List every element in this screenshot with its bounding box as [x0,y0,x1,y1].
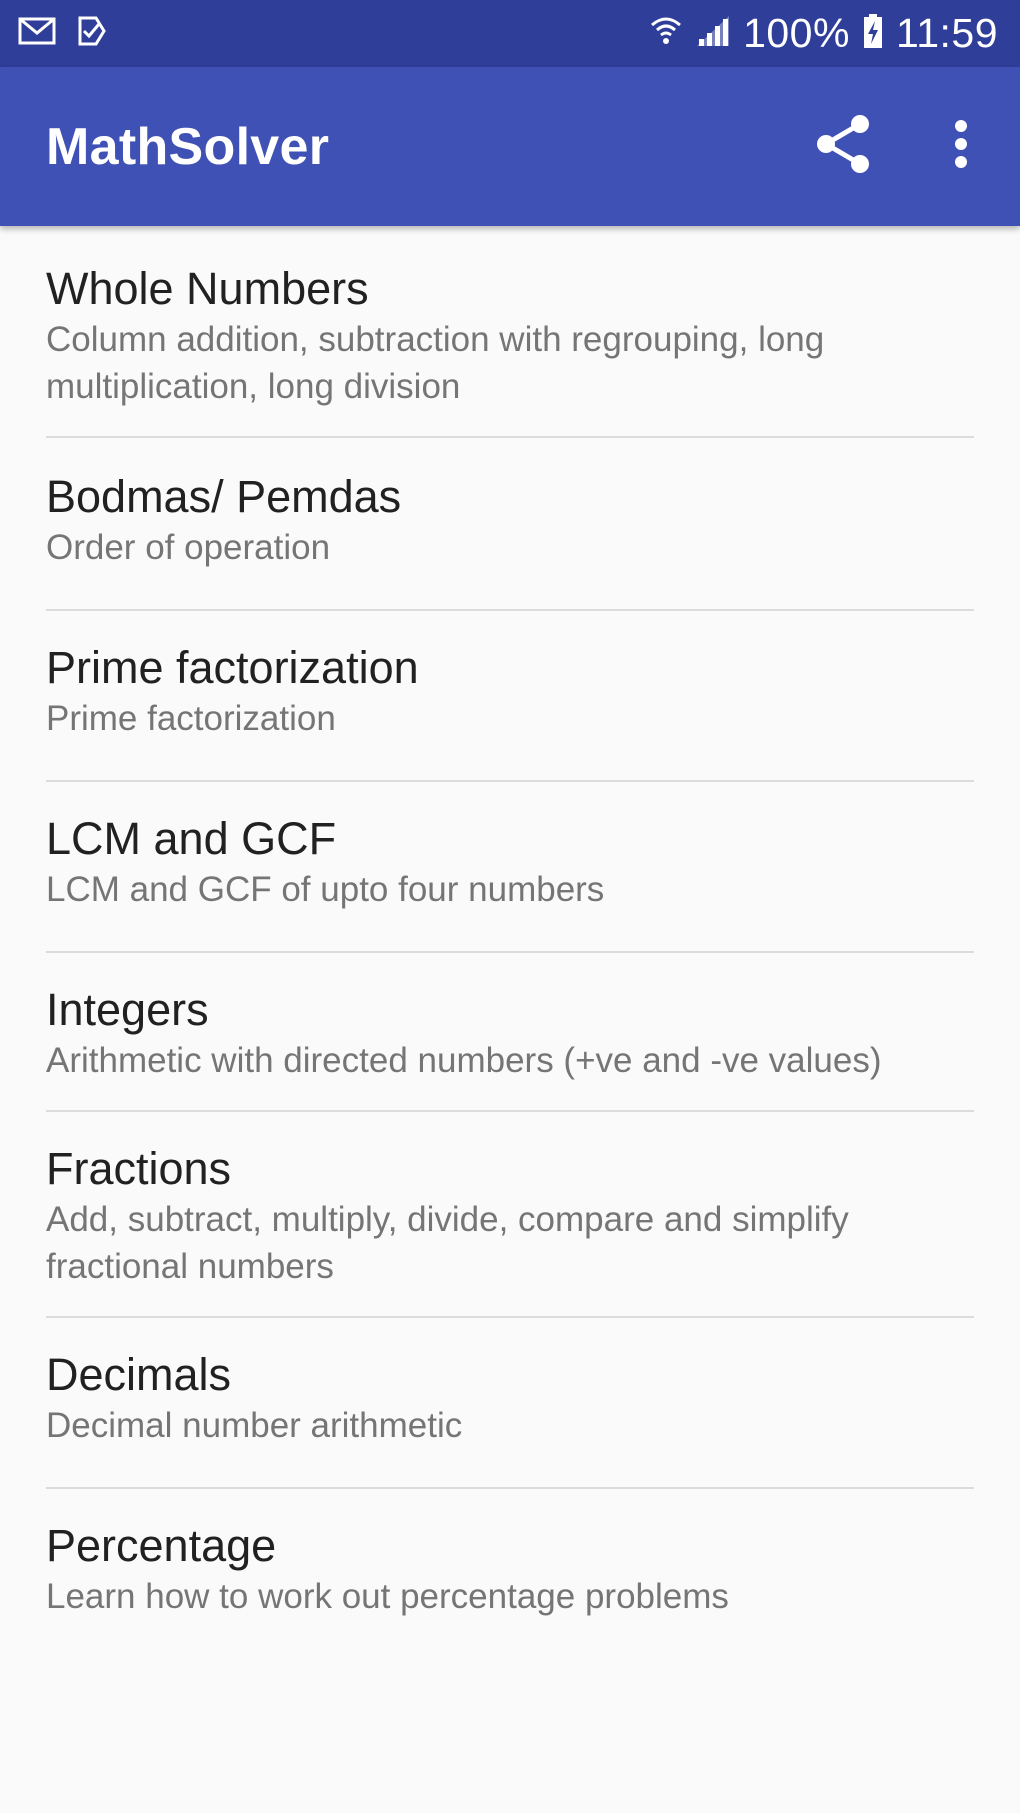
list-item-bodmas[interactable]: Bodmas/ Pemdas Order of operation [46,438,974,611]
mail-icon [18,17,56,50]
app-bar-actions [784,67,1020,226]
list-item-title: Prime factorization [46,642,419,693]
overflow-menu-button[interactable] [902,67,1020,226]
list-item-title: Whole Numbers [46,263,369,314]
task-check-icon [76,15,108,52]
app-bar: MathSolver [0,67,1020,226]
app-title: MathSolver [46,117,330,176]
list-item-title: LCM and GCF [46,813,337,864]
list-item-description: Column addition, subtraction with regrou… [46,320,825,406]
status-bar: 100% 11:59 [0,0,1020,67]
list-item-description: LCM and GCF of upto four numbers [46,870,605,909]
list-item-description: Arithmetic with directed numbers (+ve an… [46,1041,882,1080]
list-item-description: Order of operation [46,528,331,567]
list-item-title: Percentage [46,1520,277,1571]
clock: 11:59 [895,10,998,56]
list-item-title: Decimals [46,1349,232,1400]
list-item-percentage[interactable]: Percentage Learn how to work out percent… [46,1489,974,1658]
list-item-fractions[interactable]: Fractions Add, subtract, multiply, divid… [46,1112,974,1318]
battery-percent: 100% [743,10,850,56]
list-item-description: Decimal number arithmetic [46,1406,463,1445]
list-item-lcm-gcf[interactable]: LCM and GCF LCM and GCF of upto four num… [46,782,974,953]
list-item-title: Bodmas/ Pemdas [46,471,402,522]
list-item-description: Add, subtract, multiply, divide, compare… [46,1200,849,1286]
wifi-icon [649,14,683,53]
list-item-whole-numbers[interactable]: Whole Numbers Column addition, subtracti… [46,226,974,438]
system-icons: 100% 11:59 [637,10,998,57]
list-item-description: Prime factorization [46,699,336,738]
share-icon [814,113,872,180]
list-item-description: Learn how to work out percentage problem… [46,1577,729,1616]
notification-icons [18,15,128,52]
share-button[interactable] [784,67,902,226]
battery-charging-icon [862,13,884,54]
list-item-title: Integers [46,984,209,1035]
signal-icon [695,14,731,53]
list-item-title: Fractions [46,1143,232,1194]
list-item-prime-factorization[interactable]: Prime factorization Prime factorization [46,611,974,782]
list-item-integers[interactable]: Integers Arithmetic with directed number… [46,953,974,1112]
more-vert-icon [954,119,968,174]
list-item-decimals[interactable]: Decimals Decimal number arithmetic [46,1318,974,1489]
topic-list: Whole Numbers Column addition, subtracti… [0,226,1020,1658]
